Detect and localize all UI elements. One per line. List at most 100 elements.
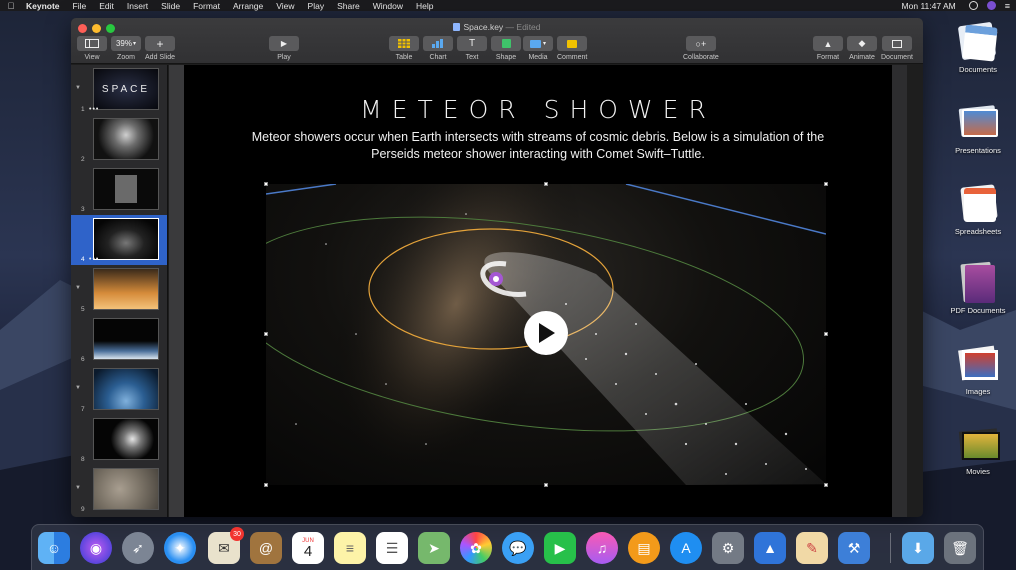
menu-app-name[interactable]: Keynote [26, 1, 60, 11]
mail-icon[interactable]: ✉ 30 [208, 527, 244, 564]
zoom-tool[interactable]: 39% ▾ Zoom [111, 36, 141, 61]
keynote-icon[interactable]: ▲ [754, 532, 786, 564]
disclosure-triangle-icon[interactable]: ▼ [75, 285, 81, 291]
meteor-video[interactable] [266, 184, 826, 485]
xcode-icon[interactable]: ⚒ [838, 532, 870, 564]
menu-format[interactable]: Format [193, 1, 220, 11]
play-video-button[interactable] [524, 311, 568, 355]
contacts-icon[interactable]: @ [250, 532, 282, 564]
selection-handle[interactable] [824, 483, 828, 487]
menu-edit[interactable]: Edit [99, 1, 114, 11]
desktop-icon-pdf-documents[interactable]: PDF Documents [938, 261, 1016, 315]
chart-tool[interactable]: Chart [423, 36, 453, 61]
view-tool[interactable]: View [77, 36, 107, 61]
view-button[interactable] [77, 36, 107, 51]
shape-button[interactable] [491, 36, 521, 51]
desktop-icon-spreadsheets[interactable]: Spreadsheets [938, 184, 1016, 236]
document-button[interactable] [881, 36, 912, 51]
disclosure-triangle-icon[interactable]: ▼ [75, 485, 81, 491]
apple-menu-icon[interactable]:  [6, 1, 16, 11]
system-preferences-icon[interactable]: ⚙ [712, 532, 744, 564]
siri-icon[interactable]: ◉ [80, 532, 112, 564]
menu-help[interactable]: Help [416, 1, 433, 11]
selection-handle[interactable] [264, 182, 268, 186]
menu-window[interactable]: Window [373, 1, 403, 11]
selection-handle[interactable] [544, 182, 548, 186]
siri-icon[interactable] [986, 1, 996, 10]
slide-thumbnail[interactable]: 6 [71, 315, 167, 365]
text-tool[interactable]: T Text [457, 36, 487, 61]
comment-tool[interactable]: Comment [557, 36, 587, 61]
itunes-icon[interactable]: ♫ [586, 532, 618, 564]
ibooks-icon[interactable]: ▤ [628, 532, 660, 564]
animate-tool[interactable]: ◆ Animate [847, 36, 877, 61]
launchpad-icon[interactable]: ➶ [122, 532, 154, 564]
selection-handle[interactable] [824, 332, 828, 336]
comment-button[interactable] [557, 36, 588, 51]
table-tool[interactable]: Table [389, 36, 419, 61]
maps-icon[interactable]: ➤ [418, 532, 450, 564]
safari-icon[interactable]: ✦ [164, 532, 196, 564]
desktop-icon-images[interactable]: Images [938, 344, 1016, 396]
menu-play[interactable]: Play [308, 1, 325, 11]
slide-thumbnail[interactable]: 8 [71, 415, 167, 465]
menu-insert[interactable]: Insert [127, 1, 148, 11]
menu-arrange[interactable]: Arrange [233, 1, 263, 11]
shape-tool[interactable]: Shape [491, 36, 521, 61]
media-button[interactable]: ▾ [523, 36, 553, 51]
slide-body-text[interactable]: Meteor showers occur when Earth intersec… [244, 129, 832, 163]
animate-button[interactable]: ◆ [847, 36, 877, 51]
slide-thumbnail[interactable]: ▼ 9 [71, 465, 167, 515]
table-button[interactable] [389, 36, 419, 51]
document-tool[interactable]: Document [881, 36, 913, 61]
finder-icon[interactable]: ☺ [38, 532, 70, 564]
add-slide-button[interactable]: + [145, 36, 175, 51]
menu-slide[interactable]: Slide [161, 1, 180, 11]
format-button[interactable]: ▲ [813, 36, 843, 51]
text-button[interactable]: T [457, 36, 487, 51]
format-tool[interactable]: ▲ Format [813, 36, 843, 61]
zoom-popup[interactable]: 39% ▾ [111, 36, 141, 51]
collaborate-button[interactable]: ○+ [685, 36, 716, 51]
pages-icon[interactable]: ✎ [796, 532, 828, 564]
search-icon[interactable] [968, 1, 978, 10]
downloads-folder-icon[interactable]: ⬇ [902, 532, 934, 564]
photos-icon[interactable]: ✿ [460, 532, 492, 564]
slide-title[interactable]: METEOR SHOWER [184, 95, 892, 124]
slide-thumbnail[interactable]: ▼ SPACE ••• 1 [71, 65, 167, 115]
add-slide-tool[interactable]: + Add Slide [145, 36, 175, 61]
selection-handle[interactable] [544, 483, 548, 487]
facetime-icon[interactable]: ▶ [544, 532, 576, 564]
notes-icon[interactable]: ≡ [334, 532, 366, 564]
desktop-icon-movies[interactable]: Movies [938, 424, 1016, 476]
play-tool[interactable]: ▶ Play [269, 36, 299, 61]
notification-center-icon[interactable]: ≡ [1005, 1, 1010, 11]
app-store-icon[interactable]: A [670, 532, 702, 564]
selection-handle[interactable] [264, 483, 268, 487]
canvas-scrollbar[interactable] [892, 65, 907, 517]
menu-file[interactable]: File [73, 1, 87, 11]
menu-share[interactable]: Share [337, 1, 360, 11]
messages-icon[interactable]: 💬 [502, 532, 534, 564]
disclosure-triangle-icon[interactable]: ▼ [75, 85, 81, 91]
trash-icon[interactable]: 🗑 [944, 532, 976, 564]
disclosure-triangle-icon[interactable]: ▼ [75, 385, 81, 391]
current-slide[interactable]: METEOR SHOWER Meteor showers occur when … [184, 65, 892, 517]
selection-handle[interactable] [824, 182, 828, 186]
menu-clock[interactable]: Mon 11:47 AM [902, 1, 956, 11]
slide-thumbnail[interactable]: ▼ 5 [71, 265, 167, 315]
slide-thumbnail-selected[interactable]: ••• 4 [71, 215, 167, 265]
desktop-icon-documents[interactable]: Documents [938, 21, 1016, 74]
play-button[interactable]: ▶ [269, 36, 299, 51]
slide-thumbnail[interactable]: 3 [71, 165, 167, 215]
calendar-icon[interactable]: JUN 4 [292, 532, 324, 564]
slide-thumbnail[interactable]: ▼ 7 [71, 365, 167, 415]
selection-handle[interactable] [264, 332, 268, 336]
desktop-icon-presentations[interactable]: Presentations [938, 103, 1016, 155]
chart-button[interactable] [423, 36, 453, 51]
menu-view[interactable]: View [276, 1, 294, 11]
media-tool[interactable]: ▾ Media [523, 36, 553, 61]
collaborate-tool[interactable]: ○+ Collaborate [683, 36, 719, 61]
slide-thumbnail[interactable]: 2 [71, 115, 167, 165]
reminders-icon[interactable]: ☰ [376, 532, 408, 564]
